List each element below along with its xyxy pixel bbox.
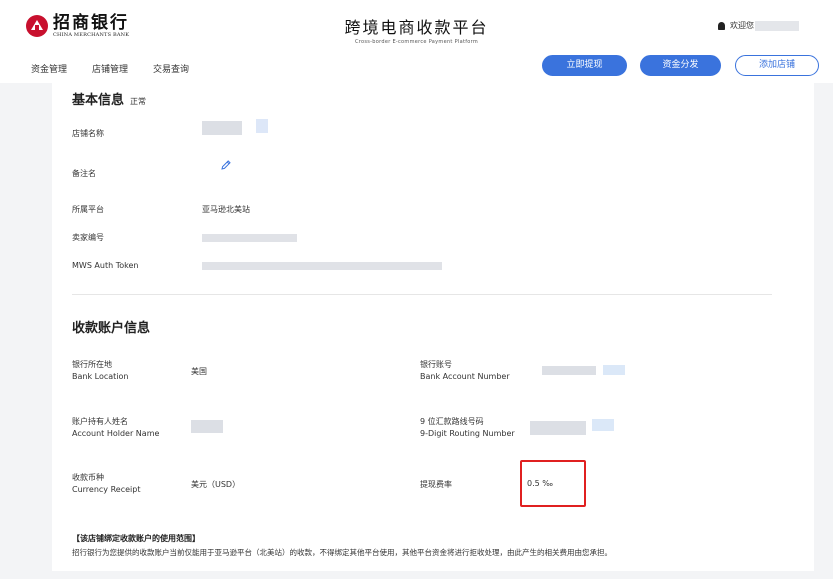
account-holder-value-blurred <box>191 420 223 433</box>
welcome-text: 欢迎您 <box>730 21 754 30</box>
platform-title-en: Cross-border E-commerce Payment Platform <box>354 39 479 45</box>
blurred-username <box>755 20 799 31</box>
bank-account-label-cn: 银行账号 <box>420 360 452 369</box>
basic-info-title: 基本信息 <box>72 93 125 108</box>
edit-pencil-icon[interactable] <box>220 159 232 174</box>
platform-value: 亚马逊北美站 <box>202 205 250 214</box>
account-holder-label-en: Account Holder Name <box>72 429 160 438</box>
mws-token-value-blurred <box>202 262 442 270</box>
basic-info-heading: 基本信息 正常 <box>72 89 146 108</box>
fund-distribute-button[interactable]: 资金分发 <box>640 55 721 76</box>
remark-label: 备注名 <box>72 169 96 178</box>
bank-location-label-cn: 银行所在地 <box>72 360 112 369</box>
routing-number-value-blurred-2 <box>592 419 614 431</box>
routing-number-value-blurred <box>530 421 586 435</box>
platform-label: 所属平台 <box>72 205 104 214</box>
bank-account-label-en: Bank Account Number <box>420 372 510 381</box>
status-badge: 正常 <box>130 97 147 106</box>
user-area[interactable]: 欢迎您 <box>718 20 799 31</box>
routing-number-label-cn: 9 位汇款路线号码 <box>420 417 484 426</box>
nav-transaction-query[interactable]: 交易查询 <box>153 62 189 75</box>
mws-token-label: MWS Auth Token <box>72 261 139 270</box>
seller-id-value-blurred <box>202 234 297 242</box>
routing-number-label: 9 位汇款路线号码 9-Digit Routing Number <box>420 416 515 440</box>
section-divider <box>72 294 772 295</box>
store-name-label: 店铺名称 <box>72 129 104 138</box>
bank-account-label: 银行账号 Bank Account Number <box>420 359 510 383</box>
bank-location-label: 银行所在地 Bank Location <box>72 359 128 383</box>
store-name-value-blurred-2 <box>256 119 268 133</box>
platform-title-cn: 跨境电商收款平台 <box>344 18 489 37</box>
fee-highlight-box <box>520 460 586 507</box>
routing-number-label-en: 9-Digit Routing Number <box>420 429 515 438</box>
account-holder-label-cn: 账户持有人姓名 <box>72 417 128 426</box>
notice-title: 【该店铺绑定收款账户的使用范围】 <box>72 534 200 543</box>
nav-store-management[interactable]: 店铺管理 <box>92 62 128 75</box>
add-store-button[interactable]: 添加店铺 <box>735 55 819 76</box>
currency-value: 美元（USD） <box>191 480 241 489</box>
platform-title: 跨境电商收款平台 Cross-border E-commerce Payment… <box>0 14 833 45</box>
currency-label-cn: 收款币种 <box>72 473 104 482</box>
store-name-value-blurred <box>202 121 242 135</box>
bank-account-value-blurred <box>542 366 596 375</box>
bank-account-value-blurred-2 <box>603 365 625 375</box>
currency-label: 收款币种 Currency Receipt <box>72 472 140 496</box>
account-info-title: 收款账户信息 <box>72 321 151 336</box>
bell-icon[interactable] <box>718 21 725 30</box>
bank-location-value: 美国 <box>191 367 207 376</box>
top-header: 招商银行 CHINA MERCHANTS BANK 跨境电商收款平台 Cross… <box>0 0 833 83</box>
nav-fund-management[interactable]: 资金管理 <box>31 62 67 75</box>
withdraw-button[interactable]: 立即提现 <box>542 55 627 76</box>
bank-location-label-en: Bank Location <box>72 372 129 381</box>
notice-text: 招行银行为您提供的收款账户当前仅能用于亚马逊平台（北美站）的收款，不得绑定其他平… <box>72 548 612 557</box>
account-holder-label: 账户持有人姓名 Account Holder Name <box>72 416 159 440</box>
seller-id-label: 卖家编号 <box>72 233 104 242</box>
store-detail-card: 基本信息 正常 店铺名称 备注名 所属平台 亚马逊北美站 卖家编号 MWS Aut… <box>52 83 814 571</box>
currency-label-en: Currency Receipt <box>72 485 141 494</box>
withdraw-fee-label: 提现费率 <box>420 480 452 489</box>
main-nav: 资金管理 店铺管理 交易查询 <box>31 62 214 75</box>
